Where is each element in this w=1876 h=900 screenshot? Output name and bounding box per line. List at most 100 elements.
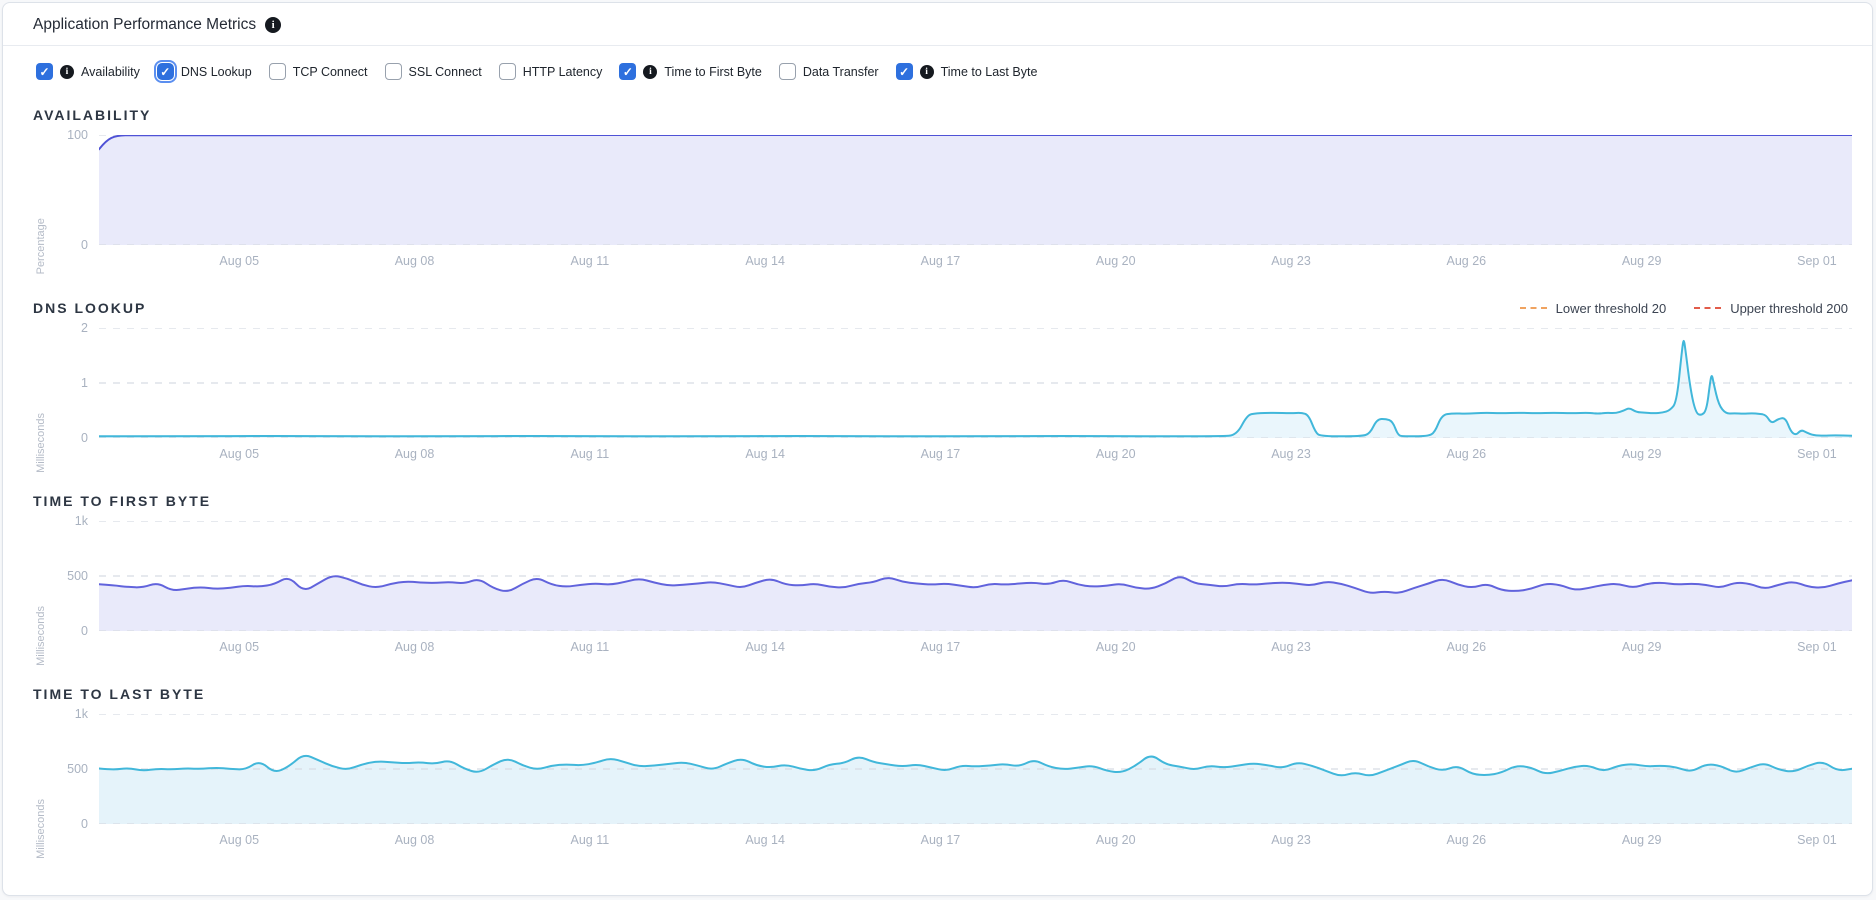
checkbox-unchecked[interactable]: [779, 63, 796, 80]
metrics-card: Application Performance Metrics i ✓iAvai…: [2, 2, 1873, 896]
checkbox-checked[interactable]: ✓: [36, 63, 53, 80]
plot-area: Aug 05Aug 08Aug 11Aug 14Aug 17Aug 20Aug …: [99, 328, 1852, 470]
y-tick-label: 100: [67, 128, 88, 142]
y-tick-label: 0: [81, 431, 88, 445]
chart-header: AVAILABILITY: [33, 104, 1852, 126]
filter-label: SSL Connect: [409, 65, 482, 79]
y-tick-label: 500: [67, 569, 88, 583]
metric-filter-dns-lookup[interactable]: ✓ DNS Lookup: [157, 63, 252, 80]
x-tick-label: Aug 23: [1271, 447, 1311, 461]
chart-body: Milliseconds 210 Aug 05 Aug 08 Aug 11 Aug 1…: [33, 328, 1852, 470]
metric-filter-ssl-connect[interactable]: SSL Connect: [385, 63, 482, 80]
x-tick-label: Aug 05: [219, 254, 259, 268]
x-tick-label: Aug 11: [570, 833, 609, 847]
time-to-last-byte-area-chart: [99, 714, 1852, 824]
metric-filter-row: ✓iAvailability✓DNS LookupTCP ConnectSSL …: [3, 46, 1872, 84]
x-tick-label: Aug 29: [1622, 833, 1662, 847]
threshold-dash-icon: [1520, 307, 1547, 309]
x-tick-label: Aug 23: [1271, 254, 1311, 268]
x-axis-ticks: Aug 05Aug 08Aug 11Aug 14Aug 17Aug 20Aug …: [99, 637, 1852, 663]
availability-area-chart: [99, 135, 1852, 245]
x-tick-label: Aug 29: [1622, 447, 1662, 461]
x-tick-label: Aug 17: [921, 254, 961, 268]
metric-filter-data-transfer[interactable]: Data Transfer: [779, 63, 879, 80]
metric-filter-tcp-connect[interactable]: TCP Connect: [269, 63, 368, 80]
x-tick-label: Aug 05: [219, 640, 259, 654]
legend-item: Lower threshold 20: [1520, 301, 1667, 316]
x-tick-label: Aug 17: [921, 447, 961, 461]
chart-dns-lookup: DNS LOOKUP Lower threshold 20 Upper thres…: [3, 277, 1872, 470]
y-axis-label: Milliseconds: [35, 799, 47, 859]
info-icon[interactable]: i: [265, 17, 281, 33]
chart-header: TIME TO FIRST BYTE: [33, 490, 1852, 512]
chart-body: Percentage 1000 Aug 05Aug 08Aug 11Aug 14…: [33, 135, 1852, 277]
y-tick-label: 1k: [75, 707, 88, 721]
info-icon[interactable]: i: [643, 65, 657, 79]
x-tick-label: Aug 11: [570, 447, 609, 461]
x-tick-label: Aug 17: [921, 833, 961, 847]
x-tick-label: Aug 14: [745, 640, 785, 654]
metric-filter-time-to-last-byte[interactable]: ✓ i Time to Last Byte: [896, 63, 1038, 80]
filter-label: Time to Last Byte: [941, 65, 1038, 79]
y-axis-ticks: 1k5000: [55, 521, 99, 631]
chart-body: Milliseconds 1k5000 Aug 05Aug 08Aug 11Au…: [33, 714, 1852, 856]
x-tick-label: Aug 29: [1622, 640, 1662, 654]
plot-area: Aug 05Aug 08Aug 11Aug 14Aug 17Aug 20Aug …: [99, 521, 1852, 663]
x-axis-ticks: Aug 05 Aug 08 Aug 11 Aug 14 Aug 17 Aug 20 Aug …: [99, 251, 1852, 277]
checkbox-unchecked[interactable]: [499, 63, 516, 80]
checkbox-checked[interactable]: ✓: [619, 63, 636, 80]
x-tick-label: Aug 23: [1271, 640, 1311, 654]
x-tick-label: Aug 20: [1096, 640, 1136, 654]
filter-label: DNS Lookup: [181, 65, 252, 79]
metric-filter-availability[interactable]: ✓iAvailability: [36, 63, 140, 80]
x-tick-label: Aug 14: [745, 254, 785, 268]
y-axis-label: Milliseconds: [35, 413, 47, 473]
legend-label: Lower threshold 20: [1556, 301, 1667, 316]
checkbox-unchecked[interactable]: [269, 63, 286, 80]
x-axis-ticks: Aug 05Aug 08Aug 11Aug 14Aug 17Aug 20Aug …: [99, 444, 1852, 470]
filter-label: Data Transfer: [803, 65, 879, 79]
info-icon[interactable]: i: [60, 65, 74, 79]
x-tick-label: Sep 01: [1797, 254, 1837, 268]
page-title: Application Performance Metrics: [33, 16, 256, 34]
checkbox-checked[interactable]: ✓: [896, 63, 913, 80]
x-tick-label: Aug 14: [745, 833, 785, 847]
y-axis-ticks: 1k5000: [55, 714, 99, 824]
x-tick-label: Aug 11: [570, 254, 609, 268]
dns-lookup-area-chart: [99, 328, 1852, 438]
x-tick-label: Aug 26: [1447, 254, 1487, 268]
x-tick-label: Aug 05: [219, 447, 259, 461]
x-tick-label: Sep 01: [1797, 640, 1837, 654]
y-axis-label: Milliseconds: [35, 606, 47, 666]
x-tick-label: Aug 08: [395, 640, 435, 654]
x-tick-label: Sep 01: [1797, 447, 1837, 461]
y-tick-label: 500: [67, 762, 88, 776]
plot-area: Aug 05 Aug 08 Aug 11 Aug 14 Aug 17 Aug 20 Aug …: [99, 135, 1852, 277]
chart-time-to-last-byte: TIME TO LAST BYTE Milliseconds 1k5000 Au…: [3, 663, 1872, 856]
metric-filter-time-to-first-byte[interactable]: ✓iTime to First Byte: [619, 63, 761, 80]
chart-title: DNS LOOKUP: [33, 300, 146, 316]
y-axis-ticks: 210: [55, 328, 99, 438]
legend-item: Upper threshold 200: [1694, 301, 1848, 316]
x-tick-label: Aug 08: [395, 447, 435, 461]
chart-availability: AVAILABILITY Percentage 1000 Aug 05Aug 0…: [3, 84, 1872, 277]
checkbox-checked[interactable]: ✓: [157, 63, 174, 80]
x-tick-label: Sep 01: [1797, 833, 1837, 847]
x-tick-label: Aug 05: [219, 833, 259, 847]
x-axis-ticks: Aug 05Aug 08Aug 11Aug 14Aug 17Aug 20Aug …: [99, 830, 1852, 856]
x-tick-label: Aug 26: [1447, 640, 1487, 654]
x-tick-label: Aug 29: [1622, 254, 1662, 268]
chart-title: TIME TO FIRST BYTE: [33, 493, 211, 509]
chart-header: TIME TO LAST BYTE: [33, 683, 1852, 705]
x-tick-label: Aug 17: [921, 640, 961, 654]
x-tick-label: Aug 20: [1096, 254, 1136, 268]
x-tick-label: Aug 08: [395, 254, 435, 268]
info-icon[interactable]: i: [920, 65, 934, 79]
threshold-dash-icon: [1694, 307, 1721, 309]
filter-label: HTTP Latency: [523, 65, 603, 79]
y-tick-label: 0: [81, 624, 88, 638]
checkbox-unchecked[interactable]: [385, 63, 402, 80]
metric-filter-http-latency[interactable]: HTTP Latency: [499, 63, 603, 80]
x-tick-label: Aug 20: [1096, 833, 1136, 847]
x-tick-label: Aug 14: [745, 447, 785, 461]
